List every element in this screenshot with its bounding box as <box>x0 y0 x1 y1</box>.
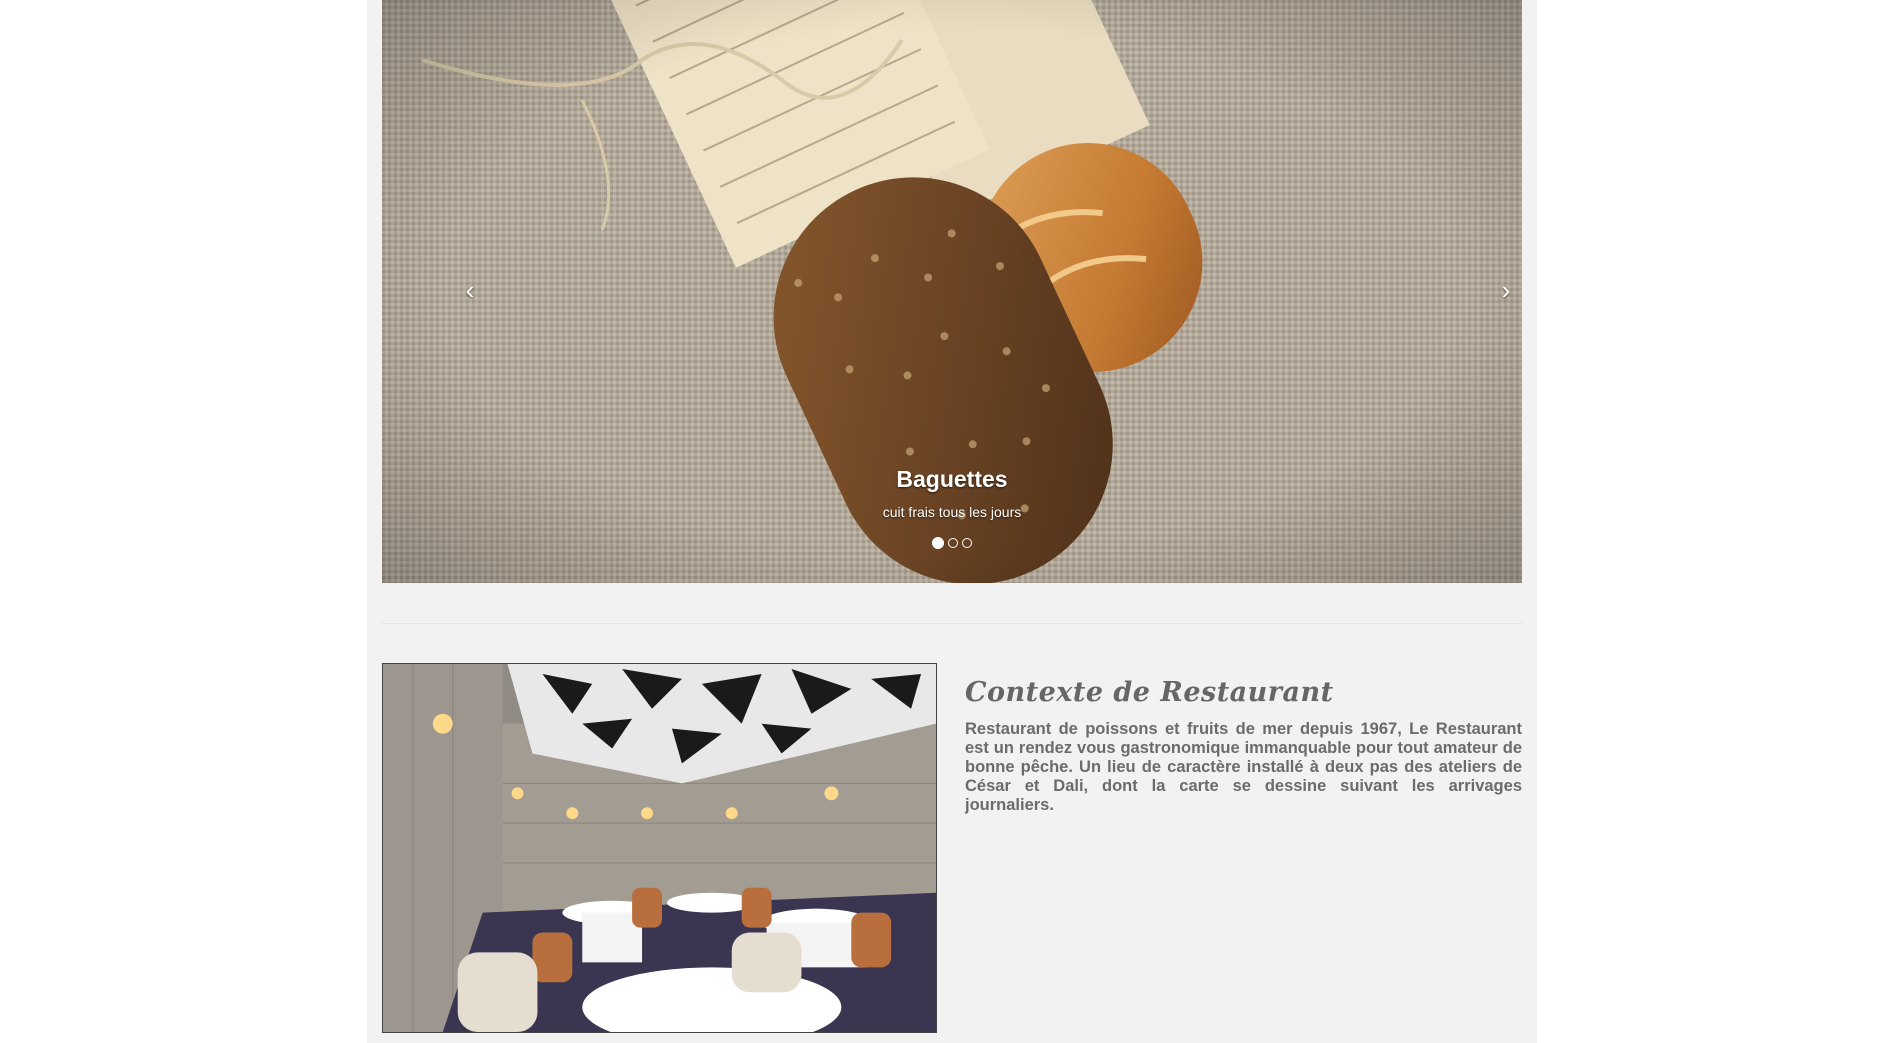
slide-subtitle: cuit frais tous les jours <box>882 504 1022 520</box>
slide-title: Baguettes <box>896 466 1008 492</box>
carousel-indicators <box>382 537 1522 549</box>
restaurant-interior-image <box>382 663 937 1033</box>
chevron-right-icon: › <box>1501 275 1511 305</box>
page-container: ‹ › Baguettes cuit frais tous les jours <box>367 0 1537 1043</box>
chevron-left-icon: ‹ <box>465 275 475 305</box>
carousel-indicator-3[interactable] <box>962 538 972 548</box>
context-body: Restaurant de poissons et fruits de mer … <box>965 720 1522 814</box>
context-heading: Contexte de Restaurant <box>965 677 1334 708</box>
carousel-next-button[interactable]: › <box>1486 270 1522 310</box>
carousel-indicator-2[interactable] <box>948 538 958 548</box>
carousel-indicator-1[interactable] <box>932 537 944 549</box>
section-divider <box>382 623 1522 624</box>
carousel-prev-button[interactable]: ‹ <box>450 270 490 310</box>
hero-carousel[interactable]: ‹ › Baguettes cuit frais tous les jours <box>382 0 1522 583</box>
baguettes-image <box>382 0 1522 583</box>
